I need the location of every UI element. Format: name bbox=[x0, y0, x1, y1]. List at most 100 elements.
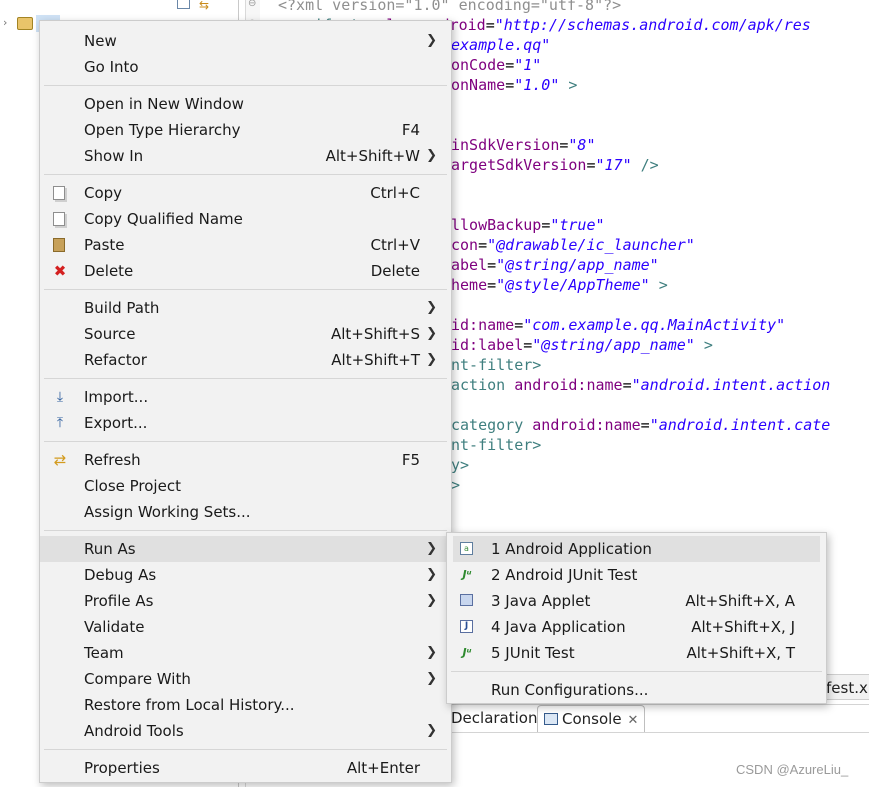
code-token: = bbox=[478, 236, 488, 254]
menu-item-import[interactable]: ⤓ Import... bbox=[40, 384, 451, 410]
submenu-item-5-junit-test[interactable]: Jᵘ 5 JUnit Test Alt+Shift+X, T bbox=[447, 640, 826, 666]
menu-item-label: Android Tools bbox=[84, 722, 184, 740]
menu-item-delete[interactable]: ✖ Delete Delete bbox=[40, 258, 451, 284]
menu-item-label: Import... bbox=[84, 388, 149, 406]
code-token: /> bbox=[631, 156, 659, 174]
menu-item-open-in-new-window[interactable]: Open in New Window bbox=[40, 91, 451, 117]
code-token: "http://schemas.android.com/apk/res bbox=[494, 16, 811, 34]
menu-item-validate[interactable]: Validate bbox=[40, 614, 451, 640]
link-with-editor-icon[interactable]: ⇆ bbox=[199, 0, 209, 12]
menu-item-shortcut: Delete bbox=[370, 262, 420, 280]
code-line: argetSdkVersion="17" /> bbox=[451, 155, 659, 175]
close-icon[interactable]: ✕ bbox=[628, 713, 639, 728]
menu-item-compare-with[interactable]: Compare With ❯ bbox=[40, 666, 451, 692]
menu-item-android-tools[interactable]: Android Tools ❯ bbox=[40, 718, 451, 744]
menu-item-export[interactable]: ⤒ Export... bbox=[40, 410, 451, 436]
menu-item-shortcut: Alt+Shift+S bbox=[330, 325, 420, 343]
menu-item-build-path[interactable]: Build Path ❯ bbox=[40, 295, 451, 321]
menu-separator bbox=[44, 174, 447, 175]
menu-item-profile-as[interactable]: Profile As ❯ bbox=[40, 588, 451, 614]
menu-separator bbox=[44, 85, 447, 86]
submenu-item-4-java-application[interactable]: J 4 Java Application Alt+Shift+X, J bbox=[447, 614, 826, 640]
import-icon: ⤓ bbox=[56, 389, 64, 405]
submenu-item-1-android-application[interactable]: a 1 Android Application bbox=[453, 536, 820, 562]
menu-item-label: Run As bbox=[84, 540, 136, 558]
menu-separator bbox=[44, 441, 447, 442]
code-line: heme="@style/AppTheme" > bbox=[451, 275, 668, 295]
submenu-item-3-java-applet[interactable]: 3 Java Applet Alt+Shift+X, A bbox=[447, 588, 826, 614]
code-token: = bbox=[586, 156, 596, 174]
menu-item-copy-qualified-name[interactable]: Copy Qualified Name bbox=[40, 206, 451, 232]
code-token: "@drawable/ic_launcher" bbox=[487, 236, 695, 254]
submenu-item-run-configurations[interactable]: Run Configurations... bbox=[447, 677, 826, 703]
code-token: llowBackup bbox=[451, 216, 542, 234]
code-line: onCode="1" bbox=[451, 55, 541, 75]
menu-item-label: New bbox=[84, 32, 117, 50]
menu-item-paste[interactable]: Paste Ctrl+V bbox=[40, 232, 451, 258]
menu-item-properties[interactable]: Properties Alt+Enter bbox=[40, 755, 451, 781]
code-token: "android.intent.cate bbox=[649, 416, 831, 434]
menu-item-restore-from-local-history[interactable]: Restore from Local History... bbox=[40, 692, 451, 718]
menu-item-label: Open Type Hierarchy bbox=[84, 121, 241, 139]
menu-item-show-in[interactable]: Show In Alt+Shift+W ❯ bbox=[40, 143, 451, 169]
watermark: CSDN @AzureLiu_ bbox=[736, 762, 849, 777]
menu-item-shortcut: F5 bbox=[401, 451, 420, 469]
submenu-arrow-icon: ❯ bbox=[426, 33, 437, 48]
menu-item-label: Run Configurations... bbox=[491, 681, 649, 699]
menu-item-shortcut: Ctrl+C bbox=[370, 184, 420, 202]
menu-item-go-into[interactable]: Go Into bbox=[40, 54, 451, 80]
menu-item-label: Copy Qualified Name bbox=[84, 210, 243, 228]
fold-toggle-icon[interactable]: ⊖ bbox=[248, 0, 256, 9]
menu-item-refresh[interactable]: ⇄ Refresh F5 bbox=[40, 447, 451, 473]
code-line: y> bbox=[451, 455, 469, 475]
menu-item-shortcut: Alt+Shift+W bbox=[325, 147, 420, 165]
menu-item-copy[interactable]: Copy Ctrl+C bbox=[40, 180, 451, 206]
menu-item-label: Paste bbox=[84, 236, 125, 254]
code-line: id:label="@string/app_name" > bbox=[451, 335, 713, 355]
menu-item-label: Export... bbox=[84, 414, 148, 432]
menu-item-label: Restore from Local History... bbox=[84, 696, 295, 714]
submenu-arrow-icon: ❯ bbox=[426, 723, 437, 738]
menu-item-run-as[interactable]: Run As ❯ bbox=[40, 536, 451, 562]
code-token: action bbox=[451, 376, 515, 394]
menu-item-label: Open in New Window bbox=[84, 95, 244, 113]
code-token: > bbox=[451, 476, 461, 494]
tab-declaration[interactable]: Declaration bbox=[451, 705, 537, 731]
menu-item-debug-as[interactable]: Debug As ❯ bbox=[40, 562, 451, 588]
code-token: con bbox=[451, 236, 479, 254]
code-token: = bbox=[505, 76, 515, 94]
menu-item-shortcut: Alt+Shift+X, T bbox=[686, 644, 795, 662]
code-token: = bbox=[640, 416, 650, 434]
submenu-arrow-icon: ❯ bbox=[426, 326, 437, 341]
code-token: "@string/app_name" bbox=[496, 256, 659, 274]
submenu-item-2-android-junit-test[interactable]: Jᵘ 2 Android JUnit Test bbox=[447, 562, 826, 588]
menu-item-label: Assign Working Sets... bbox=[84, 503, 251, 521]
menu-separator bbox=[44, 530, 447, 531]
menu-item-close-project[interactable]: Close Project bbox=[40, 473, 451, 499]
menu-item-shortcut: Alt+Enter bbox=[346, 759, 420, 777]
menu-separator bbox=[44, 289, 447, 290]
tab-console[interactable]: Console ✕ bbox=[537, 705, 646, 732]
code-token: y> bbox=[451, 456, 470, 474]
code-token: abel bbox=[451, 256, 488, 274]
tree-expand-icon[interactable]: › bbox=[3, 16, 7, 29]
code-token: = bbox=[514, 316, 524, 334]
code-token: = bbox=[541, 216, 551, 234]
menu-item-new[interactable]: New ❯ bbox=[40, 28, 451, 54]
collapse-all-icon[interactable] bbox=[177, 0, 190, 9]
java-application-icon: J bbox=[460, 620, 473, 633]
submenu-arrow-icon: ❯ bbox=[426, 541, 437, 556]
menu-item-open-type-hierarchy[interactable]: Open Type Hierarchy F4 bbox=[40, 117, 451, 143]
code-line: nt-filter> bbox=[451, 435, 541, 455]
code-token: onCode bbox=[451, 56, 506, 74]
code-token: = bbox=[487, 276, 497, 294]
code-line: <?xml version="1.0" encoding="utf-8"?> bbox=[278, 0, 621, 15]
menu-item-team[interactable]: Team ❯ bbox=[40, 640, 451, 666]
menu-item-assign-working-sets[interactable]: Assign Working Sets... bbox=[40, 499, 451, 525]
code-line: action android:name="android.intent.acti… bbox=[451, 375, 830, 395]
export-icon: ⤒ bbox=[56, 415, 64, 431]
code-token: argetSdkVersion bbox=[451, 156, 587, 174]
menu-item-source[interactable]: Source Alt+Shift+S ❯ bbox=[40, 321, 451, 347]
menu-item-refactor[interactable]: Refactor Alt+Shift+T ❯ bbox=[40, 347, 451, 373]
editor-tab-manifest[interactable]: fest.xm bbox=[820, 674, 869, 700]
